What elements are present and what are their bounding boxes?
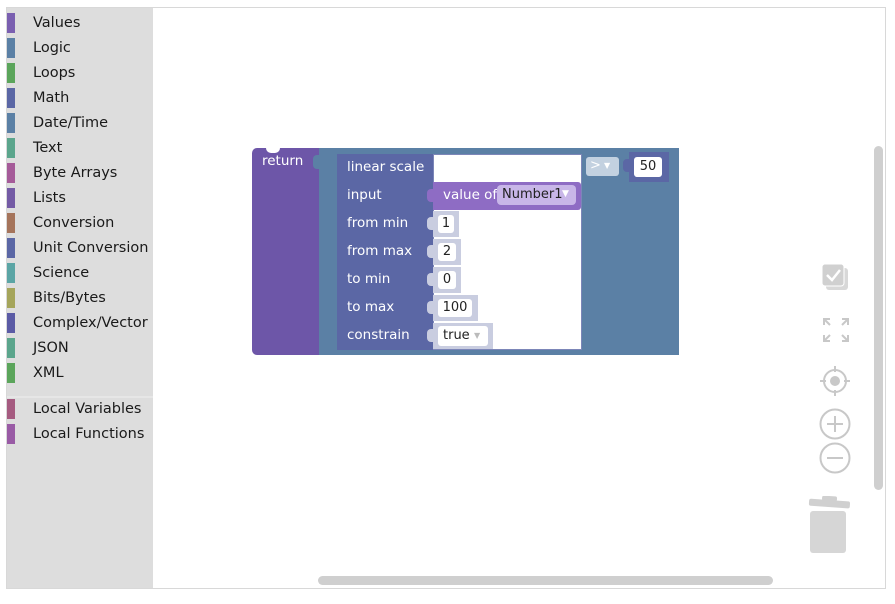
category-text[interactable]: Text: [7, 135, 153, 160]
category-label: Logic: [33, 40, 71, 56]
zoom-out-icon[interactable]: [818, 441, 852, 475]
constrain-value: true: [443, 328, 470, 343]
variable-dropdown-arrow-icon: ▼: [562, 189, 569, 199]
category-logic[interactable]: Logic: [7, 35, 153, 60]
from-max-connector: [427, 245, 435, 258]
category-color-swatch: [7, 424, 15, 444]
return-block[interactable]: [252, 148, 321, 355]
category-label: Byte Arrays: [33, 165, 118, 181]
compare-value[interactable]: 50: [634, 157, 662, 177]
category-color-swatch: [7, 288, 15, 308]
input-label: input: [347, 187, 382, 203]
category-label: Local Variables: [33, 401, 142, 417]
category-local-functions[interactable]: Local Functions: [7, 421, 153, 446]
toolbox: Values Logic Loops Math Date/Time Text B…: [7, 8, 153, 588]
from-min-connector: [427, 217, 435, 230]
to-max-value[interactable]: 100: [438, 299, 472, 317]
category-label: Local Functions: [33, 426, 145, 442]
category-date-time[interactable]: Date/Time: [7, 110, 153, 135]
category-local-variables[interactable]: Local Variables: [7, 396, 153, 421]
compare-connector: [313, 155, 323, 169]
category-science[interactable]: Science: [7, 260, 153, 285]
linear-scale-label: linear scale: [347, 159, 425, 175]
trash-icon[interactable]: [805, 496, 853, 556]
value-of-connector: [427, 189, 435, 202]
category-label: Text: [33, 140, 63, 156]
category-color-swatch: [7, 138, 15, 158]
category-values[interactable]: Values: [7, 10, 153, 35]
category-loops[interactable]: Loops: [7, 60, 153, 85]
category-color-swatch: [7, 363, 15, 383]
category-json[interactable]: JSON: [7, 335, 153, 360]
category-color-swatch: [7, 399, 15, 419]
zoom-in-icon[interactable]: [818, 407, 852, 441]
category-color-swatch: [7, 88, 15, 108]
category-label: JSON: [33, 340, 69, 356]
category-color-swatch: [7, 263, 15, 283]
from-max-label: from max: [347, 243, 413, 259]
category-color-swatch: [7, 338, 15, 358]
category-label: Unit Conversion: [33, 240, 149, 256]
constrain-connector: [427, 329, 435, 342]
category-color-swatch: [7, 213, 15, 233]
category-color-swatch: [7, 188, 15, 208]
category-label: Math: [33, 90, 70, 106]
category-label: Science: [33, 265, 90, 281]
to-min-connector: [427, 273, 435, 286]
vertical-scrollbar[interactable]: [874, 146, 883, 490]
category-label: Bits/Bytes: [33, 290, 106, 306]
category-label: Values: [33, 15, 81, 31]
to-max-label: to max: [347, 299, 395, 315]
category-label: Lists: [33, 190, 66, 206]
checkbox-icon[interactable]: [820, 262, 852, 294]
value-of-label: value of: [443, 187, 498, 203]
constrain-dropdown-arrow-icon: ▼: [474, 331, 481, 340]
from-max-value[interactable]: 2: [438, 243, 456, 261]
constrain-label: constrain: [347, 327, 410, 343]
compare-value-connector: [623, 159, 631, 172]
category-label: Loops: [33, 65, 76, 81]
category-label: XML: [33, 365, 64, 381]
recenter-icon[interactable]: [818, 364, 852, 398]
category-unit-conversion[interactable]: Unit Conversion: [7, 235, 153, 260]
to-max-connector: [427, 301, 435, 314]
category-lists[interactable]: Lists: [7, 185, 153, 210]
category-color-swatch: [7, 163, 15, 183]
to-min-value[interactable]: 0: [438, 271, 456, 289]
category-label: Date/Time: [33, 115, 109, 131]
category-bits-bytes[interactable]: Bits/Bytes: [7, 285, 153, 310]
category-color-swatch: [7, 313, 15, 333]
category-conversion[interactable]: Conversion: [7, 210, 153, 235]
category-xml[interactable]: XML: [7, 360, 153, 385]
return-label: return: [262, 153, 304, 169]
compare-dropdown-arrow-icon: ▼: [604, 161, 611, 170]
horizontal-scrollbar[interactable]: [318, 576, 773, 585]
to-min-label: to min: [347, 271, 391, 287]
category-color-swatch: [7, 113, 15, 133]
category-label: Conversion: [33, 215, 115, 231]
category-color-swatch: [7, 38, 15, 58]
from-min-label: from min: [347, 215, 409, 231]
from-min-value[interactable]: 1: [438, 215, 454, 233]
category-color-swatch: [7, 13, 15, 33]
compare-operator: >: [590, 158, 601, 173]
category-color-swatch: [7, 63, 15, 83]
category-color-swatch: [7, 238, 15, 258]
fullscreen-icon[interactable]: [821, 316, 851, 344]
variable-name: Number1: [502, 187, 563, 202]
category-label: Complex/Vector: [33, 315, 148, 331]
category-math[interactable]: Math: [7, 85, 153, 110]
category-byte-arrays[interactable]: Byte Arrays: [7, 160, 153, 185]
category-complex-vector[interactable]: Complex/Vector: [7, 310, 153, 335]
